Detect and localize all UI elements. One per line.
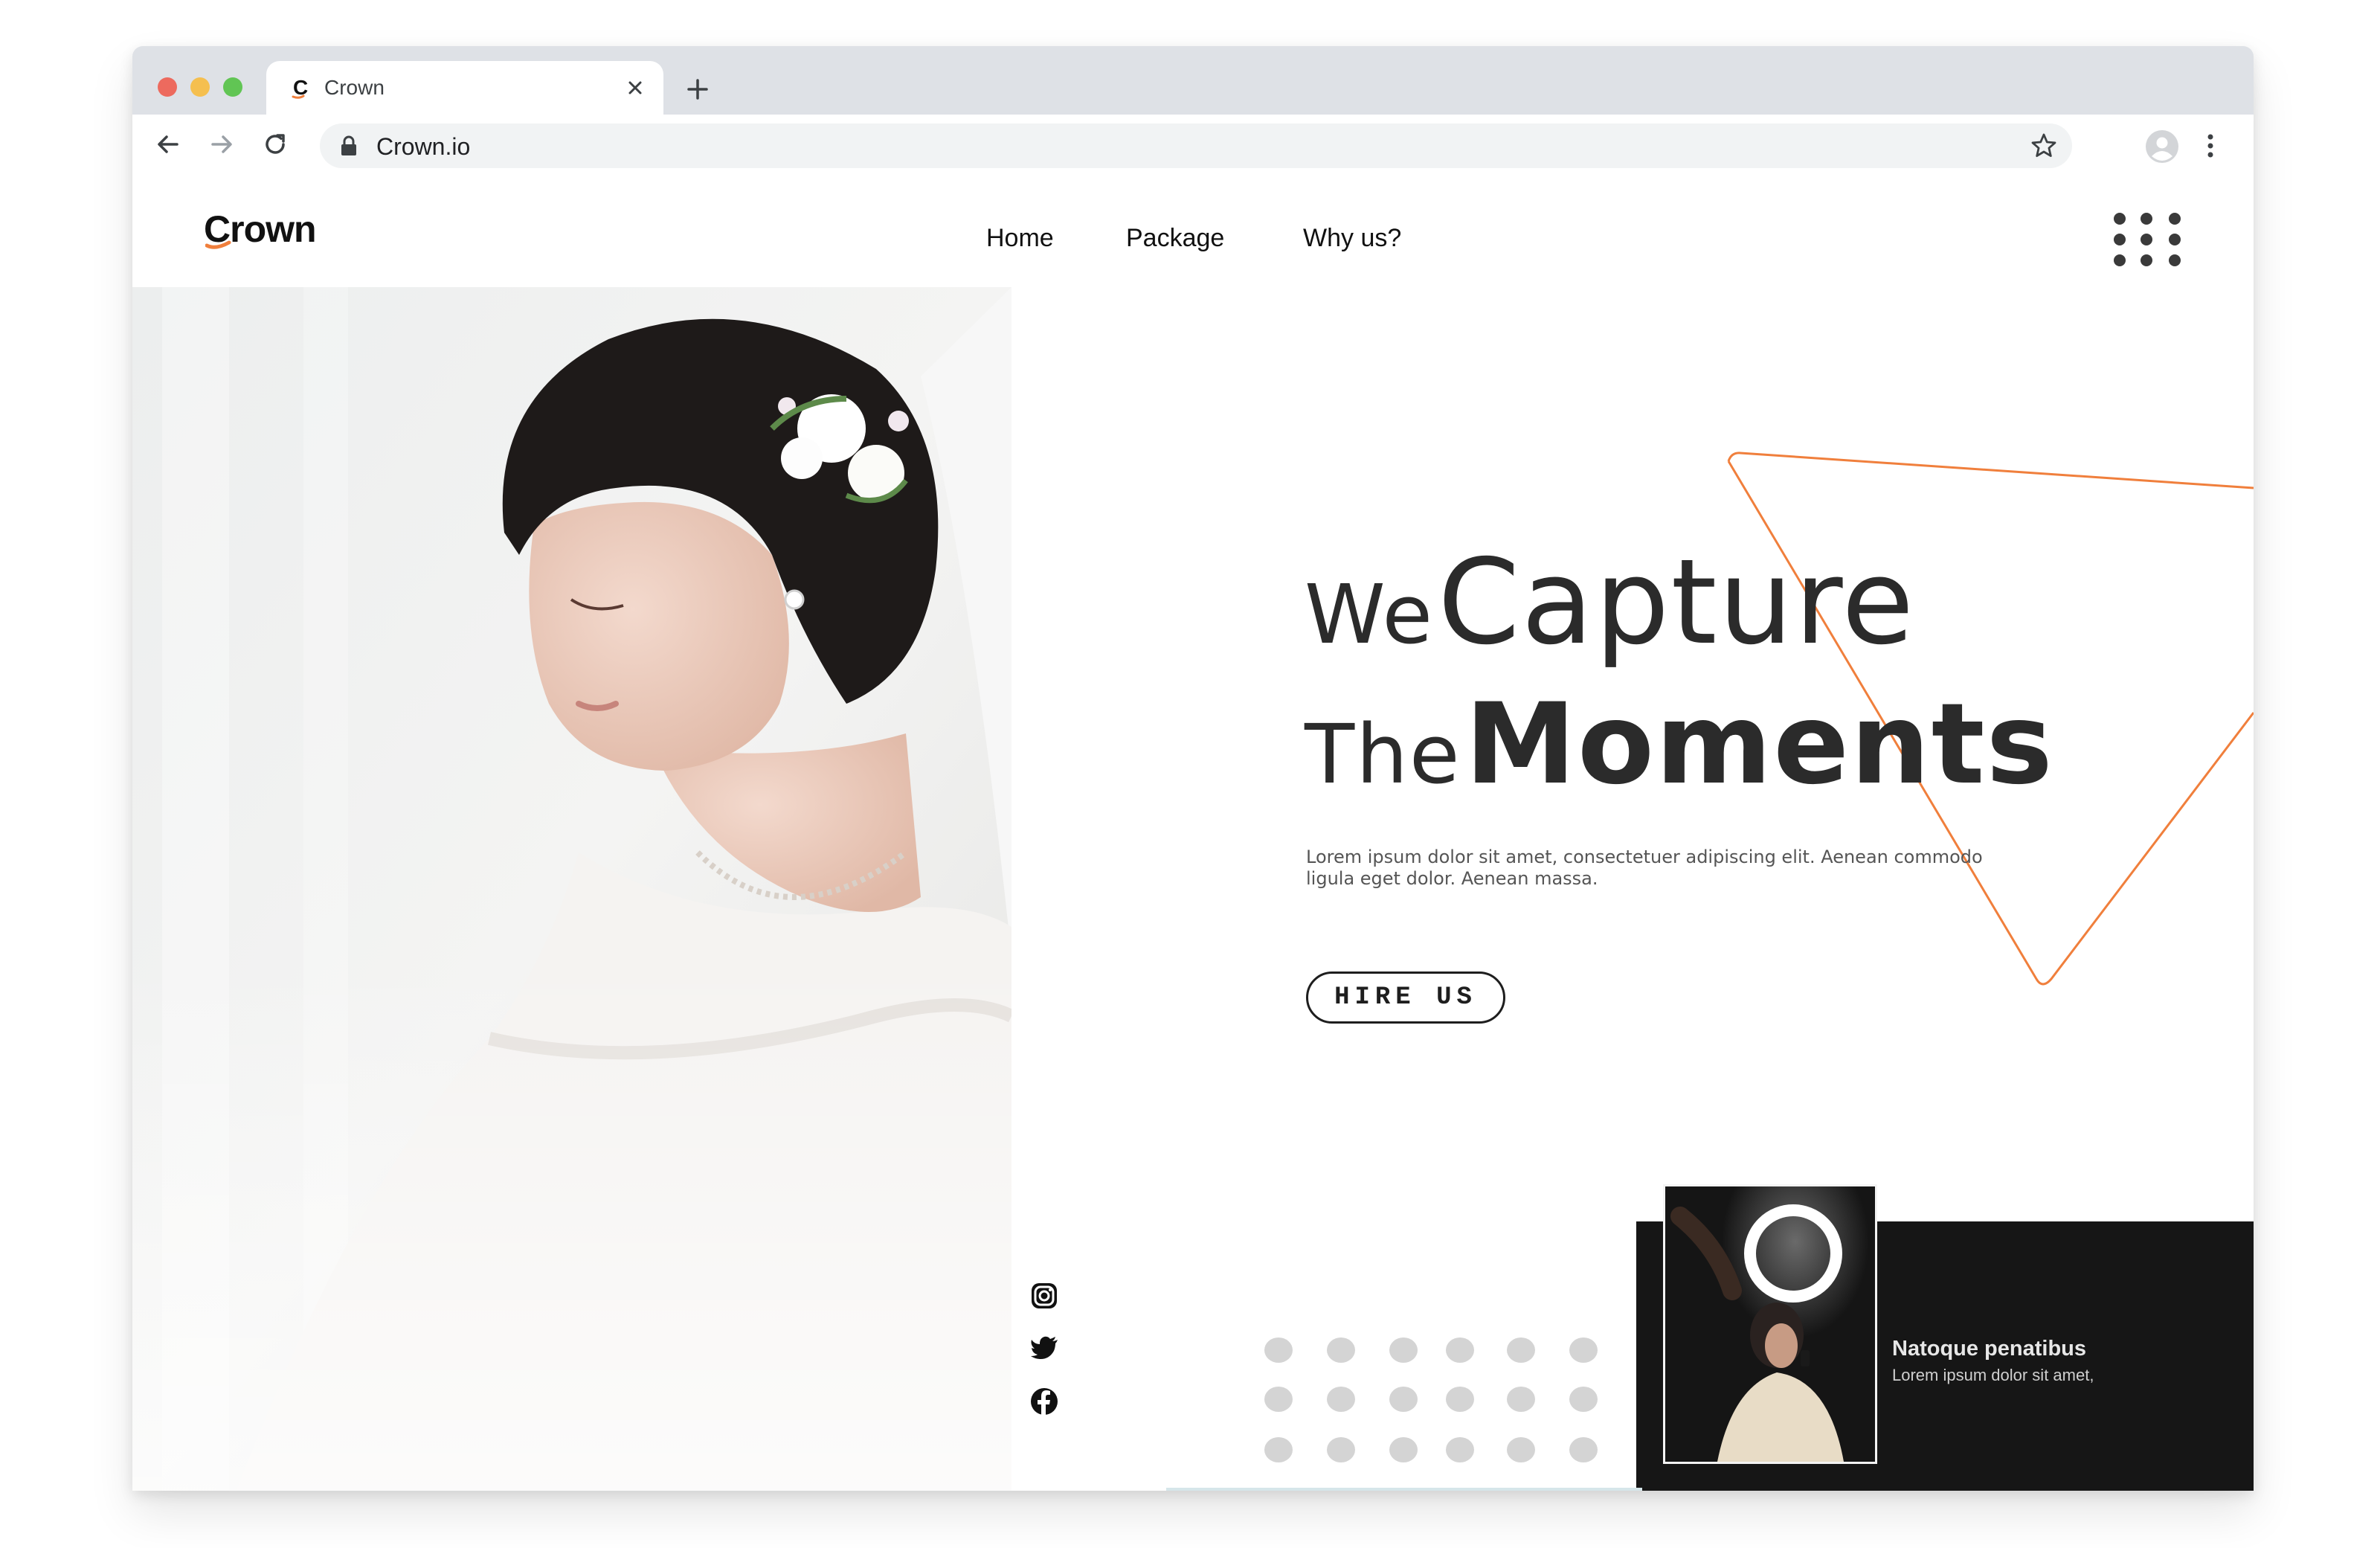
site-logo[interactable]: Crown bbox=[204, 207, 323, 259]
back-arrow-icon[interactable] bbox=[152, 128, 184, 161]
browser-window: C Crown Crown.io Crown Home Package Why … bbox=[132, 46, 2254, 1491]
hero-word-we: We bbox=[1305, 567, 1434, 662]
grid-menu-icon[interactable] bbox=[2114, 213, 2181, 266]
lock-icon bbox=[341, 135, 356, 155]
browser-toolbar: Crown.io bbox=[132, 115, 2254, 178]
bookmark-star-icon[interactable] bbox=[2029, 131, 2059, 161]
browser-tab[interactable]: C Crown bbox=[266, 61, 663, 115]
bride-photo bbox=[132, 287, 1012, 1491]
tab-title: Crown bbox=[324, 76, 385, 99]
tab-strip: C Crown bbox=[132, 46, 2254, 115]
nav-why-us[interactable]: Why us? bbox=[1303, 223, 1401, 253]
minimize-window-button[interactable] bbox=[190, 77, 210, 97]
new-tab-icon[interactable] bbox=[683, 74, 713, 104]
hero-word-the: The bbox=[1305, 707, 1461, 802]
maximize-window-button[interactable] bbox=[223, 77, 242, 97]
url-text: Crown.io bbox=[376, 133, 471, 160]
hero-description: Lorem ipsum dolor sit amet, consectetuer… bbox=[1306, 847, 1983, 889]
nav-home[interactable]: Home bbox=[986, 223, 1054, 253]
webpage: Crown Home Package Why us? We Capture Th… bbox=[132, 177, 2254, 1491]
nav-package[interactable]: Package bbox=[1126, 223, 1224, 253]
card-title: Natoque penatibus bbox=[1892, 1337, 2087, 1361]
close-window-button[interactable] bbox=[158, 77, 177, 97]
card-subtitle: Lorem ipsum dolor sit amet, bbox=[1892, 1366, 2094, 1384]
facebook-icon[interactable] bbox=[1029, 1387, 1059, 1416]
hire-us-button[interactable]: HIRE US bbox=[1306, 971, 1505, 1024]
logo-swoosh-icon bbox=[205, 240, 231, 249]
crown-favicon-icon: C bbox=[292, 76, 308, 99]
instagram-icon[interactable] bbox=[1029, 1281, 1059, 1311]
reload-icon[interactable] bbox=[259, 128, 292, 161]
browser-menu-icon[interactable] bbox=[2204, 131, 2216, 161]
address-bar[interactable]: Crown.io bbox=[320, 123, 2072, 168]
twitter-icon[interactable] bbox=[1029, 1333, 1059, 1363]
hero-word-moments: Moments bbox=[1464, 680, 2054, 809]
bottom-accent-line bbox=[1166, 1488, 1642, 1491]
decorative-dot-grid bbox=[1264, 1337, 1606, 1486]
forward-arrow-icon[interactable] bbox=[205, 128, 238, 161]
profile-avatar-icon[interactable] bbox=[2145, 129, 2179, 164]
hero-word-capture: Capture bbox=[1438, 534, 1916, 671]
makeup-artist-photo bbox=[1663, 1184, 1877, 1464]
svg-text:C: C bbox=[293, 76, 308, 99]
close-tab-icon[interactable] bbox=[623, 76, 647, 100]
